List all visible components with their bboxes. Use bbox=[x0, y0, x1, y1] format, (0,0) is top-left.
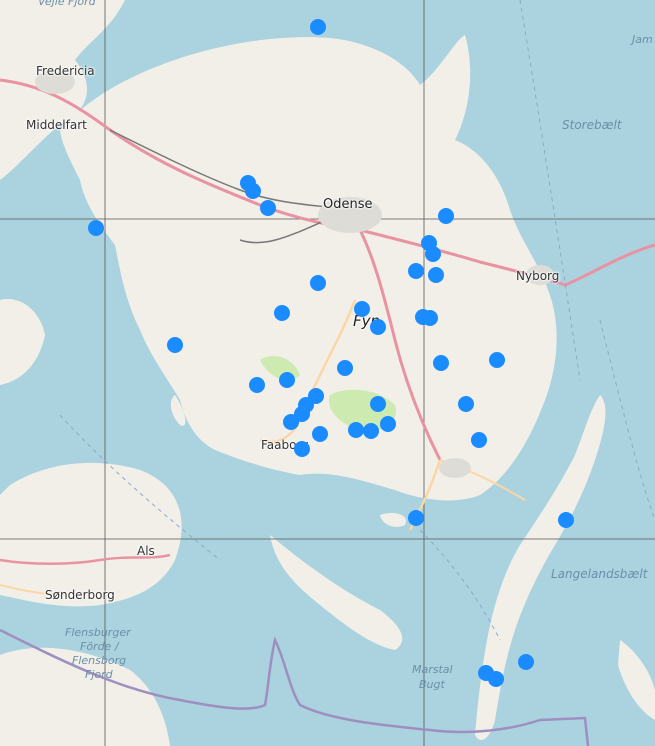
nyborg-urban bbox=[526, 265, 554, 285]
map-marker[interactable] bbox=[279, 372, 295, 388]
map-marker[interactable] bbox=[310, 275, 326, 291]
map-marker[interactable] bbox=[312, 426, 328, 442]
south-land bbox=[0, 647, 170, 746]
map-marker[interactable] bbox=[260, 200, 276, 216]
map-marker[interactable] bbox=[433, 355, 449, 371]
map-marker[interactable] bbox=[249, 377, 265, 393]
east-land bbox=[618, 640, 655, 720]
island-small-1 bbox=[0, 299, 45, 385]
map-marker[interactable] bbox=[348, 422, 364, 438]
map-marker[interactable] bbox=[458, 396, 474, 412]
map-marker[interactable] bbox=[422, 310, 438, 326]
map-marker[interactable] bbox=[283, 414, 299, 430]
map-marker[interactable] bbox=[274, 305, 290, 321]
map-marker[interactable] bbox=[489, 352, 505, 368]
odense-urban bbox=[318, 197, 382, 233]
island-small-3 bbox=[380, 513, 406, 527]
als-land bbox=[0, 462, 182, 607]
map-marker[interactable] bbox=[425, 246, 441, 262]
map-marker[interactable] bbox=[518, 654, 534, 670]
fyn-land bbox=[60, 35, 557, 501]
map-marker[interactable] bbox=[245, 183, 261, 199]
map-marker[interactable] bbox=[310, 19, 326, 35]
map-marker[interactable] bbox=[337, 360, 353, 376]
map-marker[interactable] bbox=[370, 319, 386, 335]
basemap bbox=[0, 0, 655, 746]
map-marker[interactable] bbox=[363, 423, 379, 439]
aero-land bbox=[270, 535, 403, 650]
map-marker[interactable] bbox=[354, 301, 370, 317]
map-marker[interactable] bbox=[88, 220, 104, 236]
map-marker[interactable] bbox=[408, 263, 424, 279]
map-marker[interactable] bbox=[488, 671, 504, 687]
svendborg-urban bbox=[439, 458, 471, 478]
map-marker[interactable] bbox=[558, 512, 574, 528]
map-marker[interactable] bbox=[294, 441, 310, 457]
map-marker[interactable] bbox=[428, 267, 444, 283]
map-marker[interactable] bbox=[408, 510, 424, 526]
map-marker[interactable] bbox=[370, 396, 386, 412]
map-marker[interactable] bbox=[380, 416, 396, 432]
map-view[interactable]: Vejle Fjord Jam Fredericia Middelfart St… bbox=[0, 0, 655, 746]
map-marker[interactable] bbox=[438, 208, 454, 224]
map-marker[interactable] bbox=[167, 337, 183, 353]
fredericia-urban bbox=[35, 70, 75, 94]
map-marker[interactable] bbox=[471, 432, 487, 448]
